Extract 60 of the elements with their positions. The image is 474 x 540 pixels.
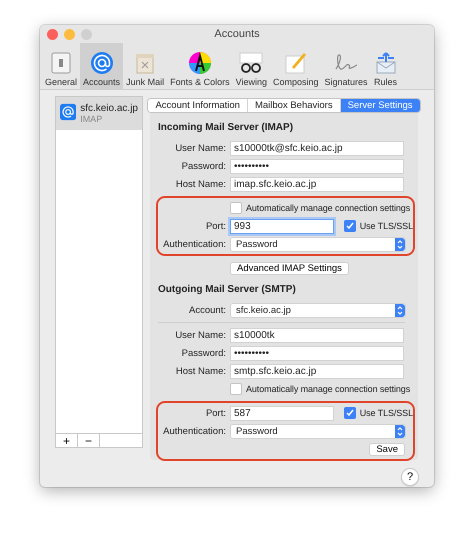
- text-field[interactable]: smtp.sfc.keio.ac.jp: [230, 364, 404, 378]
- port-field[interactable]: 587: [230, 406, 334, 420]
- toolbar-tab[interactable]: Fonts & Colors: [167, 43, 233, 89]
- account-item[interactable]: sfc.keio.ac.jp IMAP: [56, 97, 142, 130]
- stepper-arrows-icon: [395, 424, 405, 438]
- help-button[interactable]: ?: [401, 468, 419, 486]
- text-field[interactable]: imap.sfc.keio.ac.jp: [230, 176, 404, 192]
- dropdown[interactable]: Password: [230, 236, 406, 252]
- tab[interactable]: Server Settings: [340, 99, 420, 112]
- text-field[interactable]: ••••••••••: [230, 158, 404, 174]
- toolbar-tab[interactable]: Accounts: [80, 43, 124, 89]
- field-label: Port:: [204, 406, 226, 420]
- section-title: Outgoing Mail Server (SMTP): [158, 284, 297, 295]
- toolbar-tab[interactable]: Rules: [370, 43, 401, 89]
- toolbar-tab[interactable]: Junk Mail: [123, 43, 168, 89]
- close-icon[interactable]: [47, 29, 58, 40]
- dropdown[interactable]: sfc.keio.ac.jp: [230, 302, 406, 318]
- checkbox[interactable]: [230, 383, 242, 395]
- section-title: Incoming Mail Server (IMAP): [158, 122, 294, 133]
- at-sign-icon: [90, 51, 114, 75]
- checkbox-label: Automatically manage connection settings: [246, 203, 410, 213]
- field-label: Host Name:: [174, 178, 226, 190]
- minimize-icon[interactable]: [64, 29, 75, 40]
- toolbar-tab[interactable]: Viewing: [232, 43, 270, 89]
- envelope-arrows-icon: [374, 51, 398, 75]
- toolbar-tab[interactable]: Signatures: [322, 43, 371, 89]
- checkbox-label: Automatically manage connection settings: [246, 384, 410, 394]
- save-button[interactable]: Save: [369, 442, 405, 456]
- switch-icon: [49, 51, 74, 75]
- account-type: IMAP: [80, 114, 104, 124]
- text-field[interactable]: ••••••••••: [230, 346, 404, 360]
- field-label: Password:: [180, 160, 226, 172]
- text-field[interactable]: s10000tk: [230, 328, 404, 342]
- field-label: Authentication:: [162, 238, 226, 250]
- advanced-settings-button[interactable]: Advanced IMAP Settings: [230, 262, 349, 274]
- field-label: Host Name:: [174, 364, 226, 378]
- text-field[interactable]: s10000tk@sfc.keio.ac.jp: [230, 140, 404, 156]
- at-sign-icon: [60, 103, 76, 121]
- pencil-paper-icon: [284, 51, 308, 75]
- glasses-icon: [238, 51, 264, 75]
- checkbox-label: Use TLS/SSL: [360, 408, 413, 418]
- stepper-arrows-icon: [395, 238, 405, 250]
- window-title: Accounts: [214, 28, 260, 40]
- checkbox-label: Use TLS/SSL: [360, 221, 413, 231]
- port-field[interactable]: 993: [230, 218, 334, 234]
- color-wheel-icon: [188, 51, 212, 75]
- stepper-arrows-icon: [395, 304, 405, 316]
- dropdown[interactable]: Password: [230, 424, 406, 438]
- checkbox[interactable]: [230, 202, 242, 214]
- checkbox[interactable]: [344, 220, 356, 232]
- field-label: User Name:: [174, 142, 226, 154]
- account-name: sfc.keio.ac.jp: [80, 103, 138, 114]
- field-label: Password:: [180, 346, 226, 360]
- field-label: User Name:: [174, 328, 226, 342]
- checkbox[interactable]: [344, 407, 356, 419]
- field-label: Authentication:: [162, 424, 226, 438]
- field-label: Account:: [188, 304, 226, 316]
- toolbar-tab[interactable]: Composing: [270, 43, 322, 89]
- field-label: Port:: [204, 220, 226, 232]
- toolbar-tab[interactable]: General: [42, 43, 80, 89]
